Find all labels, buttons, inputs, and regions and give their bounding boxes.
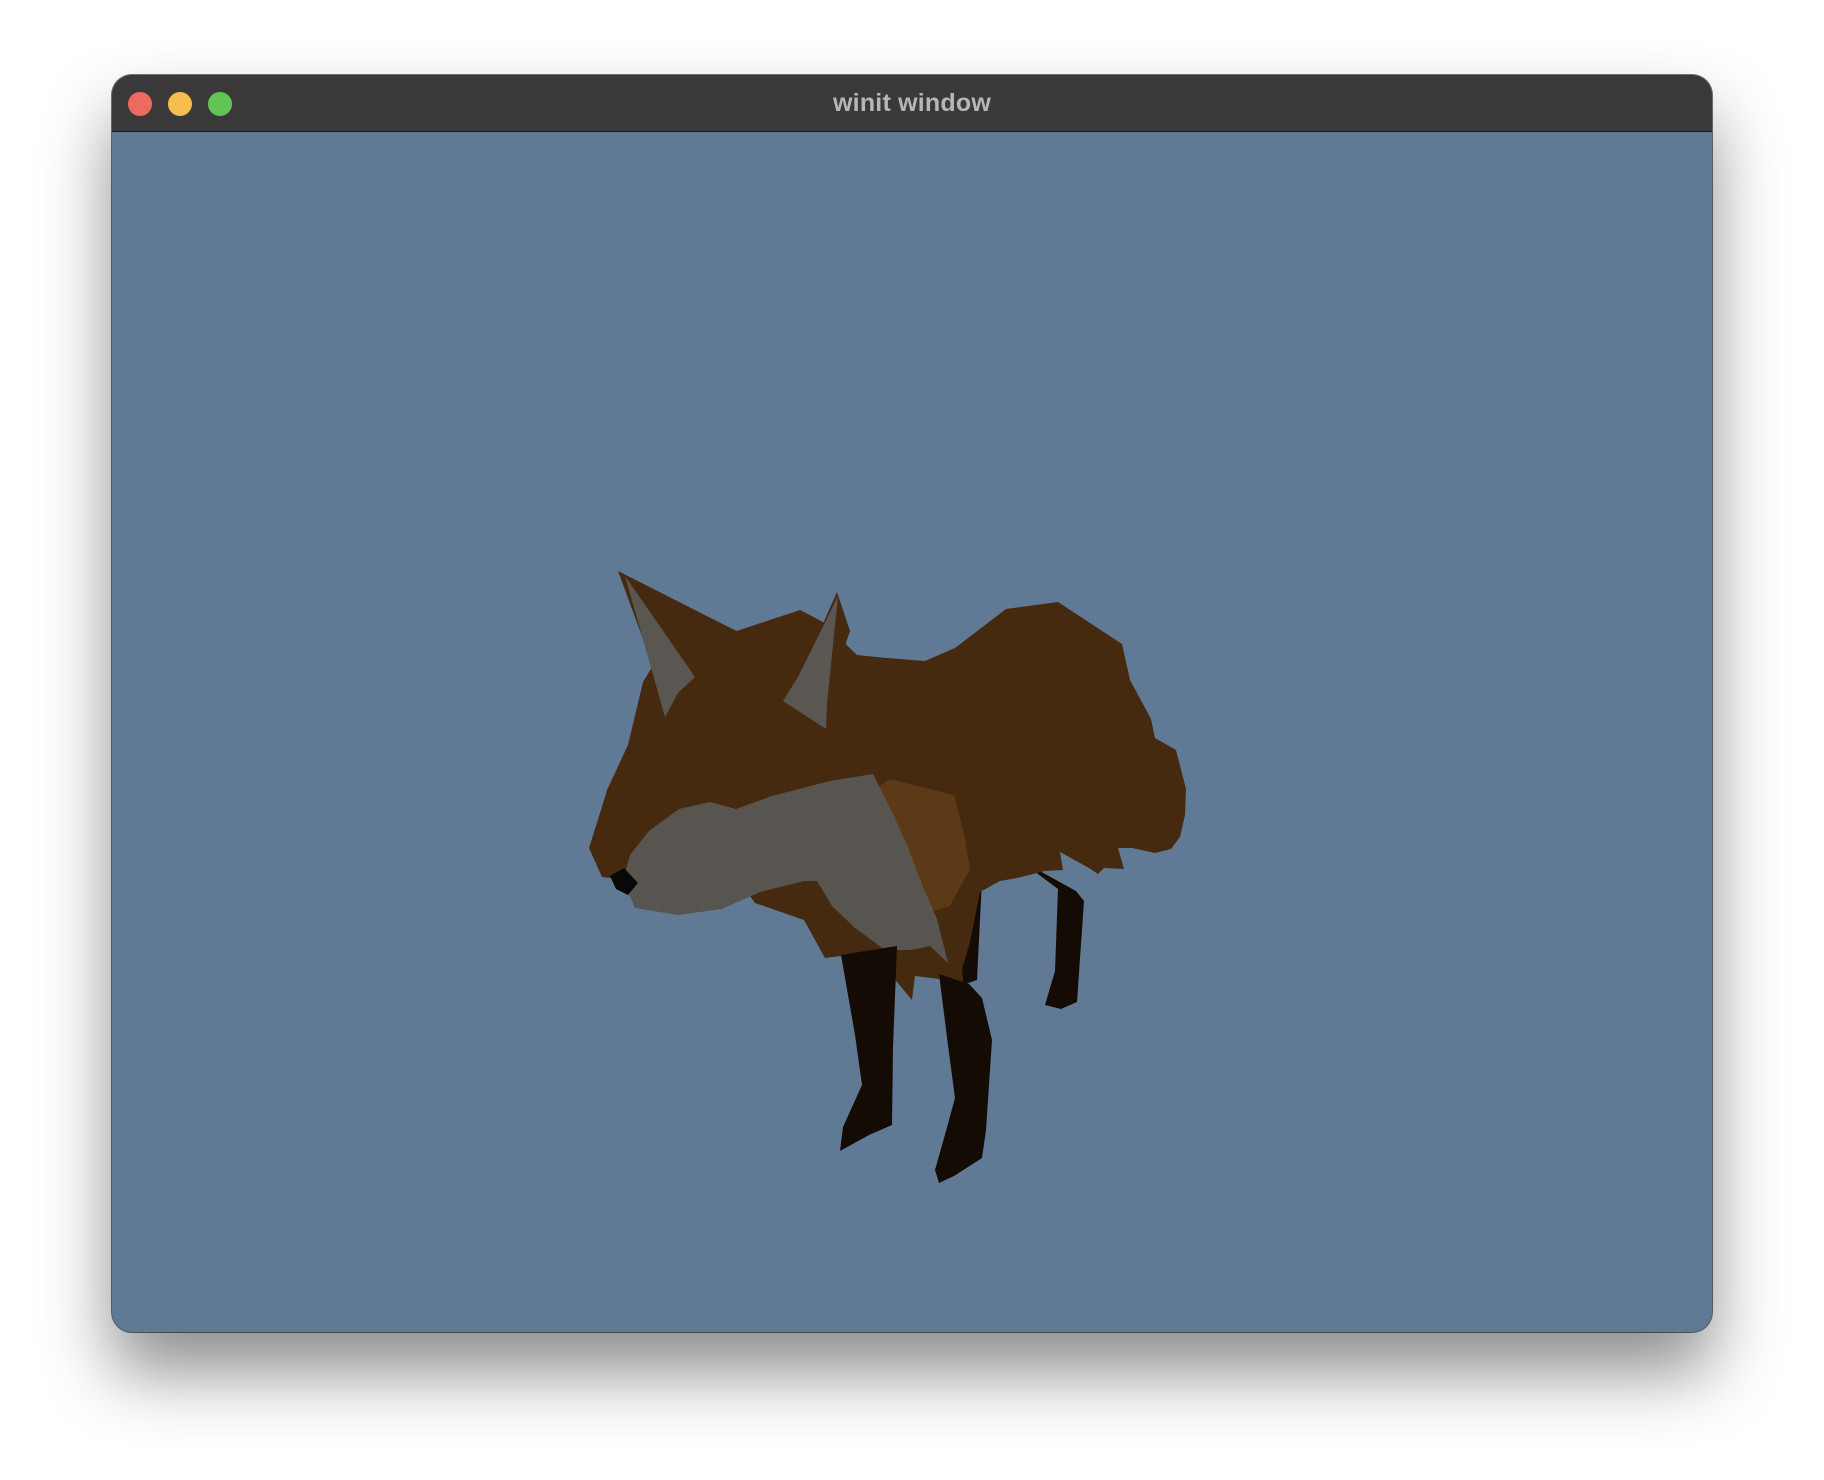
fox-front-right-leg [935,974,992,1183]
title-bar[interactable]: winit window [112,75,1712,132]
fox-model [589,571,1186,1183]
window-title: winit window [833,89,991,117]
fox-front-left-leg [840,946,897,1151]
fox-back-right-leg [1018,859,1084,1009]
render-viewport[interactable] [112,132,1712,1332]
app-window: winit window [112,75,1712,1332]
scene-canvas [589,571,1186,1183]
